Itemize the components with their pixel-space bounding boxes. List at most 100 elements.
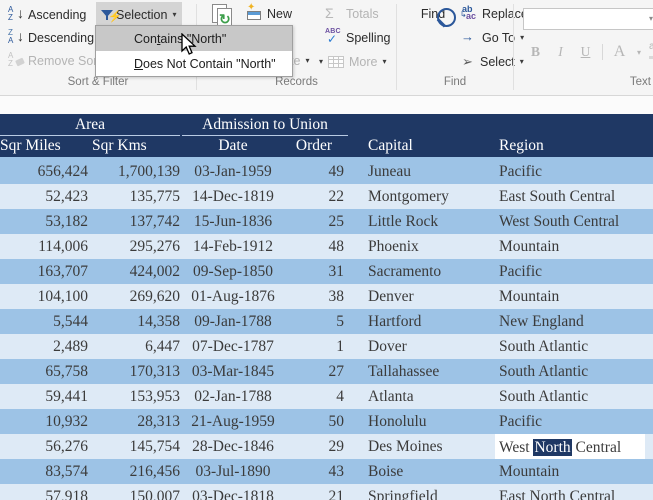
text-highlight-icon[interactable]: ab ✎ xyxy=(648,42,653,61)
table-row[interactable]: 5,544 14,358 09-Jan-1788 5 Hartford New Engla… xyxy=(0,309,653,334)
cell-sqr_kms[interactable]: 6,447 xyxy=(92,334,180,359)
cell-sqr_kms[interactable]: 28,313 xyxy=(92,409,180,434)
remove-sort-button[interactable]: AZ Remove Sort xyxy=(4,50,104,71)
cell-order[interactable]: 22 xyxy=(284,184,345,209)
cell-sqr_kms[interactable]: 135,775 xyxy=(92,184,180,209)
new-record-button[interactable]: ✦ New xyxy=(243,2,295,24)
cell-sqr_kms[interactable]: 170,313 xyxy=(92,359,180,384)
bold-button[interactable]: B xyxy=(523,41,548,63)
cell-order[interactable]: 48 xyxy=(284,234,345,259)
cell-date[interactable]: 09-Sep-1850 xyxy=(184,259,282,284)
cell-region[interactable]: West South Central xyxy=(499,209,653,234)
totals-button[interactable]: Σ Totals xyxy=(322,3,382,24)
column-header-region[interactable]: Region xyxy=(499,135,653,156)
column-header-order[interactable]: Order xyxy=(284,135,344,156)
font-name-combobox[interactable]: ▾ xyxy=(523,8,653,30)
column-header-sqr-kms[interactable]: Sqr Kms xyxy=(92,135,180,156)
cell-order[interactable]: 21 xyxy=(284,484,345,500)
cell-sqr_kms[interactable]: 150,007 xyxy=(92,484,180,500)
cell-region[interactable]: New England xyxy=(499,309,653,334)
cell-capital[interactable]: Sacramento xyxy=(368,259,488,284)
table-row[interactable]: 65,758 170,313 03-Mar-1845 27 Tallahassee Sou… xyxy=(0,359,653,384)
cell-capital[interactable]: Montgomery xyxy=(368,184,488,209)
cell-sqr_miles[interactable]: 2,489 xyxy=(0,334,88,359)
cell-capital[interactable]: Little Rock xyxy=(368,209,488,234)
column-header-date[interactable]: Date xyxy=(184,135,282,156)
cell-sqr_miles[interactable]: 104,100 xyxy=(0,284,88,309)
cell-capital[interactable]: Honolulu xyxy=(368,409,488,434)
cell-sqr_kms[interactable]: 14,358 xyxy=(92,309,180,334)
cell-region[interactable]: South Atlantic xyxy=(499,359,653,384)
table-row[interactable]: 10,932 28,313 21-Aug-1959 50 Honolulu Pacific xyxy=(0,409,653,434)
find-button[interactable]: Find xyxy=(410,6,456,28)
chevron-down-icon[interactable]: ▾ xyxy=(637,48,641,57)
cell-capital[interactable]: Denver xyxy=(368,284,488,309)
cell-date[interactable]: 03-Jul-1890 xyxy=(184,459,282,484)
cell-capital[interactable]: Boise xyxy=(368,459,488,484)
cell-date[interactable]: 21-Aug-1959 xyxy=(184,409,282,434)
cell-sqr_miles[interactable]: 59,441 xyxy=(0,384,88,409)
cell-sqr_miles[interactable]: 53,182 xyxy=(0,209,88,234)
cell-sqr_miles[interactable]: 10,932 xyxy=(0,409,88,434)
cell-capital[interactable]: Des Moines xyxy=(368,434,488,459)
font-color-button[interactable]: A xyxy=(607,41,632,63)
cell-sqr_miles[interactable]: 163,707 xyxy=(0,259,88,284)
cell-region[interactable]: South Atlantic xyxy=(499,334,653,359)
spelling-button[interactable]: ABC ✓ Spelling xyxy=(322,27,393,48)
replace-button[interactable]: ab ↳ ac Replace xyxy=(458,3,531,24)
cell-region[interactable]: Mountain xyxy=(499,459,653,484)
cell-region[interactable]: West North Central xyxy=(495,434,645,459)
cell-sqr_kms[interactable]: 269,620 xyxy=(92,284,180,309)
cell-sqr_miles[interactable]: 52,423 xyxy=(0,184,88,209)
cell-sqr_kms[interactable]: 424,002 xyxy=(92,259,180,284)
cell-sqr_miles[interactable]: 57,918 xyxy=(0,484,88,500)
cell-sqr_miles[interactable]: 65,758 xyxy=(0,359,88,384)
cell-date[interactable]: 09-Jan-1788 xyxy=(184,309,282,334)
select-button[interactable]: ➢ Select ▾ xyxy=(458,51,527,72)
cell-order[interactable]: 31 xyxy=(284,259,345,284)
cell-sqr_miles[interactable]: 56,276 xyxy=(0,434,88,459)
cell-region[interactable]: Pacific xyxy=(499,409,653,434)
table-row[interactable]: 57,918 150,007 03-Dec-1818 21 Springfield Eas… xyxy=(0,484,653,500)
cell-date[interactable]: 14-Feb-1912 xyxy=(184,234,282,259)
cell-date[interactable]: 14-Dec-1819 xyxy=(184,184,282,209)
table-row[interactable]: 56,276 145,754 28-Dec-1846 29 Des Moines West… xyxy=(0,434,653,459)
cell-date[interactable]: 07-Dec-1787 xyxy=(184,334,282,359)
sort-descending-button[interactable]: Z A ↓ Descending xyxy=(4,27,97,48)
cell-order[interactable]: 27 xyxy=(284,359,345,384)
underline-button[interactable]: U xyxy=(573,41,598,63)
cell-sqr_kms[interactable]: 216,456 xyxy=(92,459,180,484)
cell-order[interactable]: 5 xyxy=(284,309,344,334)
cell-date[interactable]: 15-Jun-1836 xyxy=(184,209,282,234)
cell-date[interactable]: 03-Jan-1959 xyxy=(184,159,282,184)
cell-capital[interactable]: Phoenix xyxy=(368,234,488,259)
cell-capital[interactable]: Tallahassee xyxy=(368,359,488,384)
cell-capital[interactable]: Hartford xyxy=(368,309,488,334)
cell-order[interactable]: 50 xyxy=(284,409,345,434)
cell-order[interactable]: 38 xyxy=(284,284,345,309)
column-header-capital[interactable]: Capital xyxy=(368,135,488,156)
cell-sqr_miles[interactable]: 114,006 xyxy=(0,234,88,259)
column-header-sqr-miles[interactable]: Sqr Miles xyxy=(0,135,88,156)
cell-order[interactable]: 29 xyxy=(284,434,345,459)
table-row[interactable]: 83,574 216,456 03-Jul-1890 43 Boise Mountain xyxy=(0,459,653,484)
cell-date[interactable]: 01-Aug-1876 xyxy=(184,284,282,309)
italic-button[interactable]: I xyxy=(548,41,573,63)
cell-sqr_kms[interactable]: 295,276 xyxy=(92,234,180,259)
cell-region[interactable]: East South Central xyxy=(499,184,653,209)
cell-order[interactable]: 1 xyxy=(284,334,344,359)
cell-order[interactable]: 25 xyxy=(284,209,345,234)
table-row[interactable]: 163,707 424,002 09-Sep-1850 31 Sacramento Pac… xyxy=(0,259,653,284)
cell-region[interactable]: Pacific xyxy=(499,259,653,284)
cell-region[interactable]: Pacific xyxy=(499,159,653,184)
cell-sqr_miles[interactable]: 83,574 xyxy=(0,459,88,484)
cell-capital[interactable]: Juneau xyxy=(368,159,488,184)
filter-selection-button[interactable]: ⚡ Selection ▾ xyxy=(96,2,183,27)
cell-sqr_miles[interactable]: 5,544 xyxy=(0,309,88,334)
cell-sqr_kms[interactable]: 145,754 xyxy=(92,434,180,459)
cell-order[interactable]: 49 xyxy=(284,159,345,184)
cell-sqr_miles[interactable]: 656,424 xyxy=(0,159,88,184)
cell-region[interactable]: Mountain xyxy=(499,284,653,309)
table-row[interactable]: 2,489 6,447 07-Dec-1787 1 Dover South Atlanti… xyxy=(0,334,653,359)
cell-date[interactable]: 03-Mar-1845 xyxy=(184,359,282,384)
